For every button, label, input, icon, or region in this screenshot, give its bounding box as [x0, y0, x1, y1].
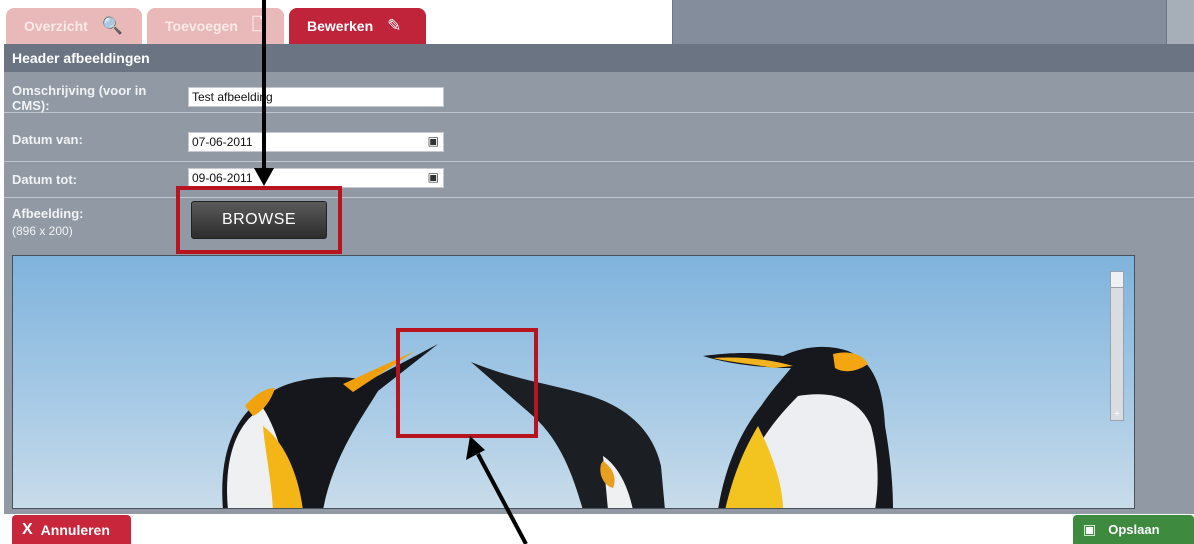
description-field[interactable]: Test afbeelding: [188, 87, 444, 107]
date-to-field[interactable]: 09-06-2011 ▣: [188, 168, 444, 188]
panel-title: Header afbeeldingen: [4, 44, 1194, 72]
save-label: Opslaan: [1108, 522, 1160, 537]
description-row: Omschrijving (voor in CMS): Test afbeeld…: [4, 73, 1194, 113]
search-document-icon: 🔍: [101, 16, 123, 35]
edit-panel: Header afbeeldingen Omschrijving (voor i…: [4, 44, 1194, 514]
date-from-value: 07-06-2011: [192, 135, 253, 149]
description-label: Omschrijving (voor in CMS):: [12, 83, 147, 113]
highlight-box-image: [396, 328, 538, 438]
tab-overzicht[interactable]: Overzicht 🔍: [6, 8, 142, 44]
date-from-field[interactable]: 07-06-2011 ▣: [188, 132, 444, 152]
image-label: Afbeelding:: [12, 206, 84, 221]
tab-toevoegen[interactable]: Toevoegen 🗋: [147, 8, 284, 44]
edit-icon: ✎: [387, 16, 402, 35]
cancel-label: Annuleren: [40, 521, 110, 538]
save-icon: ▣: [1083, 521, 1097, 537]
preview-scrollbar[interactable]: [1110, 271, 1124, 421]
cancel-button[interactable]: X Annuleren: [12, 515, 131, 544]
save-button[interactable]: ▣ Opslaan: [1073, 515, 1194, 544]
tab-overzicht-label: Overzicht: [24, 18, 88, 34]
tab-bewerken[interactable]: Bewerken ✎: [289, 8, 426, 44]
date-to-label: Datum tot:: [12, 172, 77, 187]
tab-bar: Overzicht 🔍 Toevoegen 🗋 Bewerken ✎: [0, 0, 672, 44]
top-scroll-cap: [1166, 0, 1194, 44]
date-from-row: Datum van: 07-06-2011 ▣: [4, 122, 1194, 162]
image-preview: +: [12, 255, 1135, 509]
penguin-photo: [13, 256, 1134, 508]
date-to-value: 09-06-2011: [192, 171, 253, 185]
calendar-icon[interactable]: ▣: [428, 134, 439, 148]
plus-icon: +: [1114, 409, 1120, 420]
image-dimensions: (896 x 200): [12, 224, 73, 238]
top-bar: [672, 0, 1194, 44]
add-page-icon: 🗋: [251, 14, 266, 34]
calendar-icon[interactable]: ▣: [428, 170, 439, 184]
scrollbar-thumb[interactable]: [1111, 272, 1123, 288]
close-icon: X: [22, 520, 33, 538]
date-from-label: Datum van:: [12, 132, 83, 147]
tab-bewerken-label: Bewerken: [307, 18, 374, 34]
highlight-box-browse: [176, 186, 342, 254]
tab-toevoegen-label: Toevoegen: [165, 18, 238, 34]
